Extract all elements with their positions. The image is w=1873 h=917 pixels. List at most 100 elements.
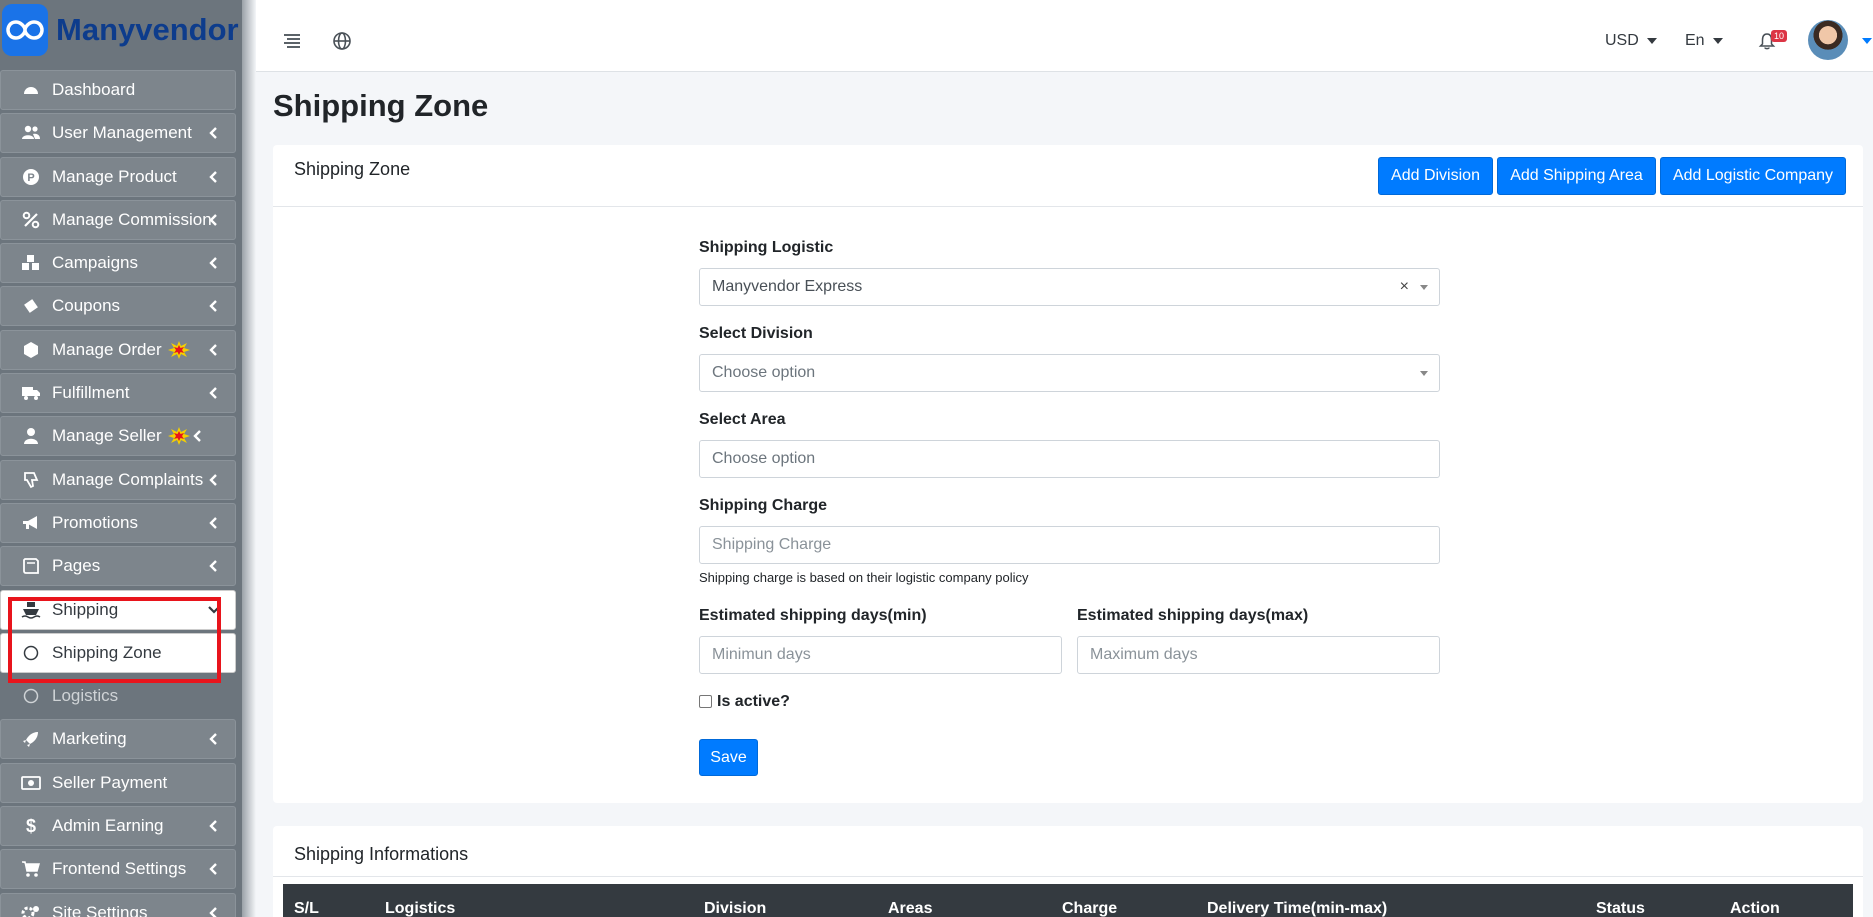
shipping-informations-card: Shipping Informations S/L Logistics Divi… (273, 826, 1863, 917)
column-header-status: Status (1596, 900, 1645, 917)
chevron-down-icon[interactable] (1862, 38, 1872, 44)
shipping-charge-label: Shipping Charge (699, 497, 827, 514)
column-header-logistics: Logistics (385, 900, 456, 917)
box-icon (21, 340, 41, 360)
brand[interactable]: Manyvendor (0, 0, 242, 60)
days-max-field[interactable] (1077, 636, 1440, 674)
shipping-logistic-value: Manyvendor Express (712, 278, 863, 295)
add-shipping-area-button[interactable]: Add Shipping Area (1497, 157, 1656, 195)
select-area-label: Select Area (699, 411, 786, 428)
sidebar-item-label: Dashboard (52, 80, 136, 99)
sidebar-item-manage-product[interactable]: P Manage Product (0, 156, 236, 197)
globe-icon[interactable] (331, 30, 353, 52)
sidebar-item-seller-payment[interactable]: Seller Payment (0, 762, 236, 803)
sidebar-item-shipping-zone[interactable]: Shipping Zone (0, 632, 236, 673)
is-active-label: Is active? (717, 693, 790, 710)
circle-icon (21, 686, 41, 706)
infinity-logo-icon (2, 4, 48, 56)
sidebar-item-site-settings[interactable]: Site Settings (0, 892, 236, 917)
sidebar-item-pages[interactable]: Pages (0, 546, 236, 587)
sidebar-item-manage-complaints[interactable]: Manage Complaints (0, 459, 236, 500)
sidebar-nav: Dashboard User Management P Manage Product M… (0, 70, 236, 917)
chevron-left-icon (207, 905, 221, 917)
divider (273, 876, 1863, 877)
sidebar-item-admin-earning[interactable]: $ Admin Earning (0, 806, 236, 847)
sidebar-item-label: Marketing (52, 729, 127, 749)
svg-text:$: $ (26, 816, 36, 836)
sidebar-item-label: User Management (52, 123, 192, 143)
days-min-field[interactable] (699, 636, 1062, 674)
product-p-icon: P (21, 167, 41, 187)
language-label: En (1685, 32, 1705, 49)
chevron-down-icon (1646, 37, 1657, 44)
sidebar-item-manage-order[interactable]: Manage Order (0, 329, 236, 370)
chevron-left-icon (207, 169, 221, 185)
circle-icon (21, 643, 41, 663)
add-logistic-company-button[interactable]: Add Logistic Company (1660, 157, 1846, 195)
days-min-input[interactable] (712, 637, 1061, 673)
sidebar-item-fulfillment[interactable]: Fulfillment (0, 373, 236, 414)
sidebar-item-label: Shipping (52, 599, 119, 619)
sidebar-item-coupons[interactable]: Coupons (0, 286, 236, 327)
sidebar-item-label: Site Settings (52, 902, 148, 917)
days-max-label: Estimated shipping days(max) (1077, 607, 1309, 624)
language-dropdown[interactable]: En (1685, 32, 1723, 50)
sidebar-item-shipping[interactable]: Shipping (0, 589, 236, 630)
chevron-left-icon (207, 298, 221, 314)
sidebar-item-promotions[interactable]: Promotions (0, 502, 236, 543)
area-select[interactable]: Choose option (699, 440, 1440, 478)
chevron-left-icon (207, 515, 221, 531)
column-header-delivery-time: Delivery Time(min-max) (1207, 900, 1388, 917)
top-navbar: USD En 10 (256, 0, 1873, 72)
sidebar-item-marketing[interactable]: Marketing (0, 719, 236, 760)
bullhorn-icon (21, 513, 41, 533)
sidebar-item-logistics[interactable]: Logistics (0, 676, 236, 716)
sidebar-item-label: Manage Product (52, 166, 177, 186)
sidebar-item-label: Manage Order (52, 339, 162, 359)
sidebar-item-label: Promotions (52, 512, 138, 532)
is-active-checkbox[interactable] (699, 695, 712, 708)
sidebar-item-label: Seller Payment (52, 772, 168, 792)
sidebar-item-label: Admin Earning (52, 816, 164, 836)
sidebar-item-dashboard[interactable]: Dashboard (0, 70, 236, 110)
shipping-zone-card: Shipping Zone Add Division Add Shipping … (273, 145, 1863, 803)
sidebar-item-user-management[interactable]: User Management (0, 113, 236, 154)
sidebar-item-label: Fulfillment (52, 383, 130, 403)
page-title: Shipping Zone (273, 88, 489, 123)
book-icon (21, 556, 41, 576)
money-bill-icon (21, 773, 41, 793)
currency-dropdown[interactable]: USD (1605, 32, 1657, 50)
shipping-charge-field[interactable] (699, 526, 1440, 564)
sidebar-item-label: Manage Complaints (52, 469, 204, 489)
column-header-division: Division (704, 900, 767, 917)
card-header: Shipping Zone Add Division Add Shipping … (273, 145, 1863, 207)
division-placeholder: Choose option (712, 364, 816, 381)
days-max-input[interactable] (1090, 637, 1439, 673)
save-button[interactable]: Save (699, 739, 758, 776)
shipping-charge-input[interactable] (712, 527, 1439, 563)
sidebar-item-label: Coupons (52, 296, 121, 316)
hamburger-icon[interactable] (281, 30, 303, 52)
add-division-button[interactable]: Add Division (1378, 157, 1493, 195)
chevron-left-icon (207, 342, 221, 358)
sidebar-item-manage-seller[interactable]: Manage Seller (0, 416, 236, 457)
days-min-label: Estimated shipping days(min) (699, 607, 927, 624)
user-icon (21, 426, 41, 446)
table-title: Shipping Informations (294, 844, 469, 864)
chevron-left-icon (207, 861, 221, 877)
brand-name: Manyvendor (56, 12, 239, 47)
chevron-down-icon (1712, 37, 1723, 44)
division-select[interactable]: Choose option (699, 354, 1440, 392)
shipping-logistic-select[interactable]: Manyvendor Express × (699, 268, 1440, 306)
sidebar-item-campaigns[interactable]: Campaigns (0, 243, 236, 284)
sidebar-item-manage-commission[interactable]: Manage Commission (0, 199, 236, 240)
sidebar-item-frontend-settings[interactable]: Frontend Settings (0, 849, 236, 890)
sidebar-item-label: Manage Seller (52, 426, 162, 446)
truck-icon (21, 383, 41, 403)
thumbs-down-icon (21, 470, 41, 490)
chevron-left-icon (207, 212, 221, 228)
currency-label: USD (1605, 32, 1639, 49)
user-avatar[interactable] (1808, 20, 1848, 60)
chevron-left-icon (207, 472, 221, 488)
clear-icon[interactable]: × (1400, 278, 1409, 296)
